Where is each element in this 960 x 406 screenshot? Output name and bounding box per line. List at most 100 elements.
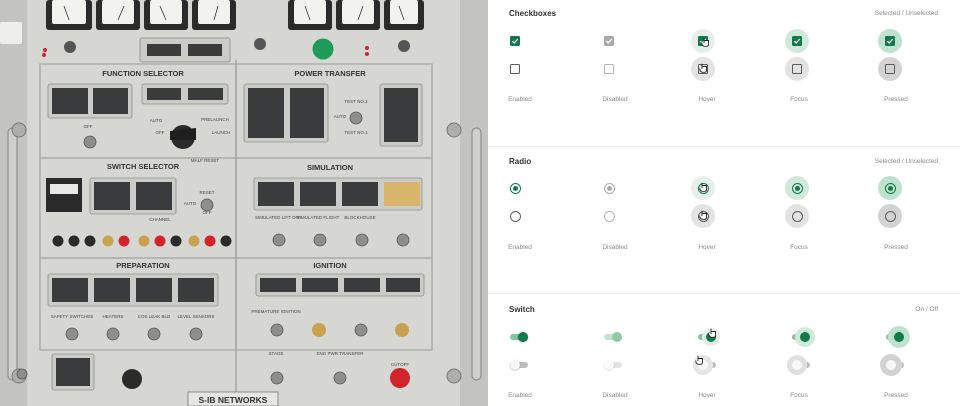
hand-pointer-icon — [708, 328, 716, 338]
switch-pressed-on[interactable] — [882, 325, 908, 349]
column-label-enabled: Enabled — [508, 244, 532, 251]
hand-pointer-icon — [695, 355, 703, 365]
svg-text:MALF RESET: MALF RESET — [191, 158, 220, 163]
svg-text:PRELAUNCH: PRELAUNCH — [201, 117, 229, 122]
hand-pointer-icon — [701, 37, 709, 47]
column-label-pressed: Pressed — [884, 392, 908, 399]
simulation-title: SIMULATION — [307, 163, 353, 172]
checkbox-enabled-selected[interactable] — [503, 29, 527, 53]
switch-subtitle: On / Off — [915, 306, 938, 313]
checkboxes-section: Checkboxes Selected / Unselected Enabled… — [488, 0, 960, 146]
switch-focus-off[interactable] — [788, 353, 814, 377]
radio-title: Radio — [509, 157, 532, 166]
switch-selector-title: SWITCH SELECTOR — [107, 162, 180, 171]
green-indicator-lamp — [312, 38, 334, 60]
radio-focus-selected[interactable] — [785, 176, 809, 200]
column-label-hover: Hover — [698, 96, 716, 103]
checkbox-disabled-unselected — [597, 57, 621, 81]
switch-title: Switch — [509, 305, 535, 314]
switch-section: Switch On / Off Enabled Disabled Hover F… — [488, 294, 960, 406]
power-transfer-title: POWER TRANSFER — [294, 69, 366, 78]
svg-text:TEST NO.2: TEST NO.2 — [344, 99, 368, 104]
column-label-pressed: Pressed — [884, 244, 908, 251]
checkbox-focus-selected[interactable] — [785, 29, 809, 53]
radio-focus-unselected[interactable] — [785, 204, 809, 228]
switch-focus-on[interactable] — [788, 325, 814, 349]
radio-disabled-selected — [597, 176, 621, 200]
column-label-disabled: Disabled — [602, 244, 628, 251]
check-icon — [793, 38, 801, 44]
svg-text:AUTO: AUTO — [184, 201, 197, 206]
svg-text:PREMATURE IGNITION: PREMATURE IGNITION — [251, 309, 300, 314]
svg-text:SIMULATED LIFT OFF: SIMULATED LIFT OFF — [255, 215, 301, 220]
checkboxes-title: Checkboxes — [509, 9, 557, 18]
checkbox-hover-unselected[interactable] — [691, 57, 715, 81]
check-icon — [511, 38, 519, 44]
column-label-focus: Focus — [790, 244, 808, 251]
svg-text:LAUNCH: LAUNCH — [212, 130, 231, 135]
svg-text:RESET: RESET — [199, 190, 214, 195]
radio-enabled-unselected[interactable] — [503, 204, 527, 228]
checkbox-enabled-unselected[interactable] — [503, 57, 527, 81]
function-selector-title: FUNCTION SELECTOR — [102, 69, 184, 78]
switch-hover-on[interactable] — [694, 325, 720, 349]
svg-text:SAFETY SWITCHES: SAFETY SWITCHES — [51, 314, 93, 319]
ignition-title: IGNITION — [313, 261, 346, 270]
radio-subtitle: Selected / Unselected — [874, 158, 938, 165]
column-label-hover: Hover — [698, 392, 716, 399]
svg-text:ENG PWR TRANSFER: ENG PWR TRANSFER — [317, 351, 365, 356]
svg-text:SIMULATED FLIGHT: SIMULATED FLIGHT — [297, 215, 340, 220]
switch-enabled-on[interactable] — [506, 325, 532, 349]
switch-hover-off[interactable] — [694, 353, 720, 377]
svg-text:AUTO: AUTO — [334, 114, 347, 119]
column-label-focus: Focus — [790, 96, 808, 103]
svg-text:HEATERS: HEATERS — [103, 314, 124, 319]
radio-pressed-selected[interactable] — [878, 176, 902, 200]
column-label-disabled: Disabled — [602, 96, 628, 103]
column-label-pressed: Pressed — [884, 96, 908, 103]
checkbox-pressed-selected[interactable] — [878, 29, 902, 53]
hand-pointer-icon — [699, 63, 707, 73]
hand-pointer-icon — [699, 210, 707, 220]
radio-hover-selected[interactable] — [691, 176, 715, 200]
switch-disabled-off — [600, 353, 626, 377]
checkbox-hover-selected[interactable] — [691, 29, 715, 53]
column-label-hover: Hover — [698, 244, 716, 251]
svg-text:OFF: OFF — [84, 124, 93, 129]
checkbox-pressed-unselected[interactable] — [878, 57, 902, 81]
svg-text:TEST NO.1: TEST NO.1 — [344, 130, 368, 135]
column-label-enabled: Enabled — [508, 392, 532, 399]
svg-text:COS LEAK BLD: COS LEAK BLD — [138, 314, 171, 319]
radio-hover-unselected[interactable] — [691, 204, 715, 228]
radio-pressed-unselected[interactable] — [878, 204, 902, 228]
svg-text:BLOCKHOUSE: BLOCKHOUSE — [344, 215, 375, 220]
switch-pressed-off[interactable] — [882, 353, 908, 377]
radio-section: Radio Selected / Unselected Enabled Disa… — [488, 147, 960, 293]
brand-plate: S-IB NETWORKS — [199, 395, 268, 405]
checkboxes-subtitle: Selected / Unselected — [874, 10, 938, 17]
checkbox-disabled-selected — [597, 29, 621, 53]
svg-text:CUTOFF: CUTOFF — [391, 362, 409, 367]
check-icon — [886, 38, 894, 44]
preparation-title: PREPARATION — [116, 261, 169, 270]
selection-controls-spec: Checkboxes Selected / Unselected Enabled… — [488, 0, 960, 406]
control-panel-illustration: FUNCTION SELECTOR POWER TRANSFER SWITCH … — [0, 0, 488, 406]
control-panel-photo: FUNCTION SELECTOR POWER TRANSFER SWITCH … — [0, 0, 488, 406]
svg-text:CHANNEL: CHANNEL — [149, 217, 171, 222]
checkbox-focus-unselected[interactable] — [785, 57, 809, 81]
cutoff-button — [390, 368, 410, 388]
svg-text:OFF: OFF — [156, 130, 165, 135]
switch-enabled-off[interactable] — [506, 353, 532, 377]
column-label-focus: Focus — [790, 392, 808, 399]
switch-disabled-on — [600, 325, 626, 349]
check-icon — [605, 38, 613, 44]
column-label-disabled: Disabled — [602, 392, 628, 399]
svg-text:LEVEL SENSORS: LEVEL SENSORS — [177, 314, 214, 319]
hand-pointer-icon — [699, 182, 707, 192]
column-label-enabled: Enabled — [508, 96, 532, 103]
radio-enabled-selected[interactable] — [503, 176, 527, 200]
svg-text:STAGE: STAGE — [269, 351, 284, 356]
svg-text:AUTO: AUTO — [150, 118, 163, 123]
radio-disabled-unselected — [597, 204, 621, 228]
screen: FUNCTION SELECTOR POWER TRANSFER SWITCH … — [0, 0, 960, 406]
